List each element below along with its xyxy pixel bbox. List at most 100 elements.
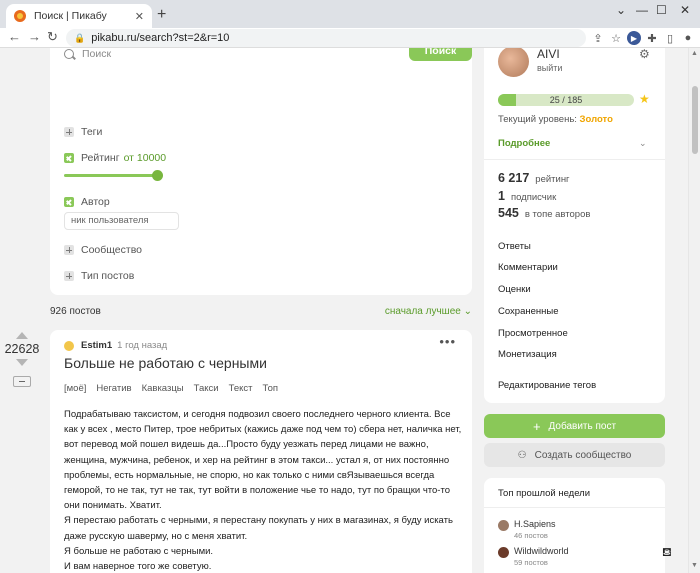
upvote-icon[interactable] <box>16 332 28 339</box>
search-button[interactable]: Поиск <box>409 48 472 61</box>
results-header: 926 постов сначала лучшее ⌄ <box>50 306 472 317</box>
filter-author-label: Автор <box>81 196 110 208</box>
plus-icon: + <box>532 418 541 434</box>
post-tags: [моё] Негатив Кавказцы Такси Текст Топ <box>64 383 288 394</box>
filter-author[interactable]: Автор <box>64 196 110 208</box>
top-user[interactable]: Wildwildworld 59 постов <box>498 546 569 567</box>
extension-icon[interactable]: ▶ <box>627 31 641 45</box>
new-tab-icon[interactable]: + <box>157 6 166 24</box>
profile-panel: AIVI выйти ⚙ 25 / 185 ★ Текущий уровень:… <box>484 48 665 403</box>
top-user-posts: 59 постов <box>514 558 548 567</box>
current-level: Текущий уровень: Золото <box>498 114 613 125</box>
collapse-post-button[interactable] <box>13 376 31 387</box>
stat-rating: 6 217 рейтинг <box>498 171 570 185</box>
stat-subs-label: подписчик <box>510 192 557 203</box>
post-body: Подрабатываю таксистом, и сегодня подвоз… <box>64 407 462 573</box>
scrollbar-thumb[interactable] <box>692 86 698 154</box>
create-community-button[interactable]: ⚇ Создать сообщество <box>484 443 665 467</box>
minimize-icon[interactable]: — <box>636 3 648 17</box>
paint-bucket-icon[interactable]: ⛾ <box>662 545 672 561</box>
search-placeholder: Поиск <box>82 48 112 60</box>
maximize-icon[interactable]: ☐ <box>656 3 667 17</box>
rating-slider-knob[interactable] <box>152 170 163 181</box>
post-paragraph: Подрабатываю таксистом, и сегодня подвоз… <box>64 409 462 512</box>
reload-icon[interactable]: ↻ <box>47 29 58 45</box>
profile-link-viewed[interactable]: Просмотренное <box>498 328 568 339</box>
profile-icon[interactable]: ● <box>681 31 695 45</box>
level-value: Золото <box>579 114 613 125</box>
plus-icon <box>64 245 74 255</box>
post-vote-column: 22628 <box>2 332 42 387</box>
post-paragraph: Я больше не работаю с черными. <box>64 545 214 557</box>
filter-post-type[interactable]: Тип постов <box>64 270 134 282</box>
page-scrollbar[interactable]: ▲ ▼ <box>688 48 700 573</box>
rating-slider[interactable] <box>64 170 163 181</box>
author-input[interactable]: ник пользователя <box>64 212 179 230</box>
post-tag[interactable]: Текст <box>229 383 253 394</box>
stat-top-label: в топе авторов <box>524 209 591 220</box>
forward-icon[interactable]: → <box>28 29 41 44</box>
filter-tags[interactable]: Теги <box>64 126 102 138</box>
divider <box>484 159 665 160</box>
window-close-icon[interactable]: ✕ <box>680 3 690 17</box>
top-user[interactable]: H.Sapiens 46 постов <box>498 519 556 540</box>
checked-icon <box>64 153 74 163</box>
profile-name[interactable]: AIVI <box>537 48 560 61</box>
profile-link-saved[interactable]: Сохраненные <box>498 306 559 317</box>
post-more-icon[interactable]: ••• <box>439 334 456 349</box>
post-tag[interactable]: Кавказцы <box>142 383 184 394</box>
filter-community-label: Сообщество <box>81 244 142 256</box>
extensions-puzzle-icon[interactable]: ✚ <box>645 31 659 45</box>
search-field[interactable]: Поиск <box>64 48 111 60</box>
stat-top: 545 в топе авторов <box>498 206 590 220</box>
add-post-button[interactable]: + Добавить пост <box>484 414 665 438</box>
bookmark-star-icon[interactable]: ☆ <box>609 31 623 45</box>
filter-rating-value: от 10000 <box>123 152 167 164</box>
stat-subscribers[interactable]: 1 подписчик <box>498 189 556 203</box>
browser-tab[interactable]: Поиск | Пикабу ✕ <box>6 4 152 28</box>
profile-link-ratings[interactable]: Оценки <box>498 284 531 295</box>
profile-link-answers[interactable]: Ответы <box>498 241 531 252</box>
profile-link-comments[interactable]: Комментарии <box>498 262 558 273</box>
filter-tags-label: Теги <box>81 126 103 138</box>
back-icon[interactable]: ← <box>8 29 21 44</box>
sort-dropdown[interactable]: сначала лучшее ⌄ <box>385 306 472 317</box>
filter-rating[interactable]: Рейтинг от 10000 <box>64 152 166 164</box>
results-count: 926 постов <box>50 306 101 317</box>
author-avatar[interactable] <box>64 340 74 351</box>
post-title[interactable]: Больше не работаю с черными <box>64 355 267 371</box>
top-user-avatar <box>498 547 509 558</box>
star-icon: ★ <box>639 92 650 106</box>
profile-link-monetization[interactable]: Монетизация <box>498 349 557 360</box>
stat-top-value: 545 <box>498 206 519 220</box>
post-tag[interactable]: Такси <box>194 383 219 394</box>
profile-avatar[interactable] <box>498 48 529 77</box>
downvote-icon[interactable] <box>16 359 28 366</box>
post-tag[interactable]: [моё] <box>64 383 86 394</box>
side-panel-icon[interactable]: ▯ <box>663 31 677 45</box>
search-filter-panel: Поиск Поиск Теги Рейтинг от 10000 Автор … <box>50 48 472 295</box>
chevron-down-icon[interactable]: ⌄ <box>639 138 647 149</box>
tab-search-icon[interactable]: ⌄ <box>616 3 626 17</box>
filter-community[interactable]: Сообщество <box>64 244 142 256</box>
logout-link[interactable]: выйти <box>537 63 562 73</box>
url-field[interactable]: 🔒 pikabu.ru/search?st=2&r=10 <box>66 29 586 47</box>
browser-tab-bar: Поиск | Пикабу ✕ + ⌄ — ☐ ✕ <box>0 0 700 28</box>
post-paragraph: Я перестаю работать с черными, я переста… <box>64 515 453 542</box>
address-bar-row: ← → ↻ 🔒 pikabu.ru/search?st=2&r=10 ⇪ ☆ ▶… <box>0 28 700 48</box>
divider <box>484 507 665 508</box>
top-week-title: Топ прошлой недели <box>498 488 591 499</box>
top-user-avatar <box>498 520 509 531</box>
post-tag[interactable]: Негатив <box>96 383 131 394</box>
edit-tags-link[interactable]: Редактирование тегов <box>498 380 596 391</box>
gear-icon[interactable]: ⚙ <box>639 48 650 61</box>
post-paragraph: И вам наверное того же советую. <box>64 561 212 573</box>
author-name[interactable]: Estim1 <box>81 340 112 351</box>
tab-close-icon[interactable]: ✕ <box>135 10 144 23</box>
share-icon[interactable]: ⇪ <box>591 31 605 45</box>
profile-more-link[interactable]: Подробнее <box>498 138 550 149</box>
scroll-down-icon[interactable]: ▼ <box>691 562 698 569</box>
scroll-up-icon[interactable]: ▲ <box>691 50 698 57</box>
top-user-name: H.Sapiens <box>514 519 556 529</box>
post-tag[interactable]: Топ <box>263 383 279 394</box>
